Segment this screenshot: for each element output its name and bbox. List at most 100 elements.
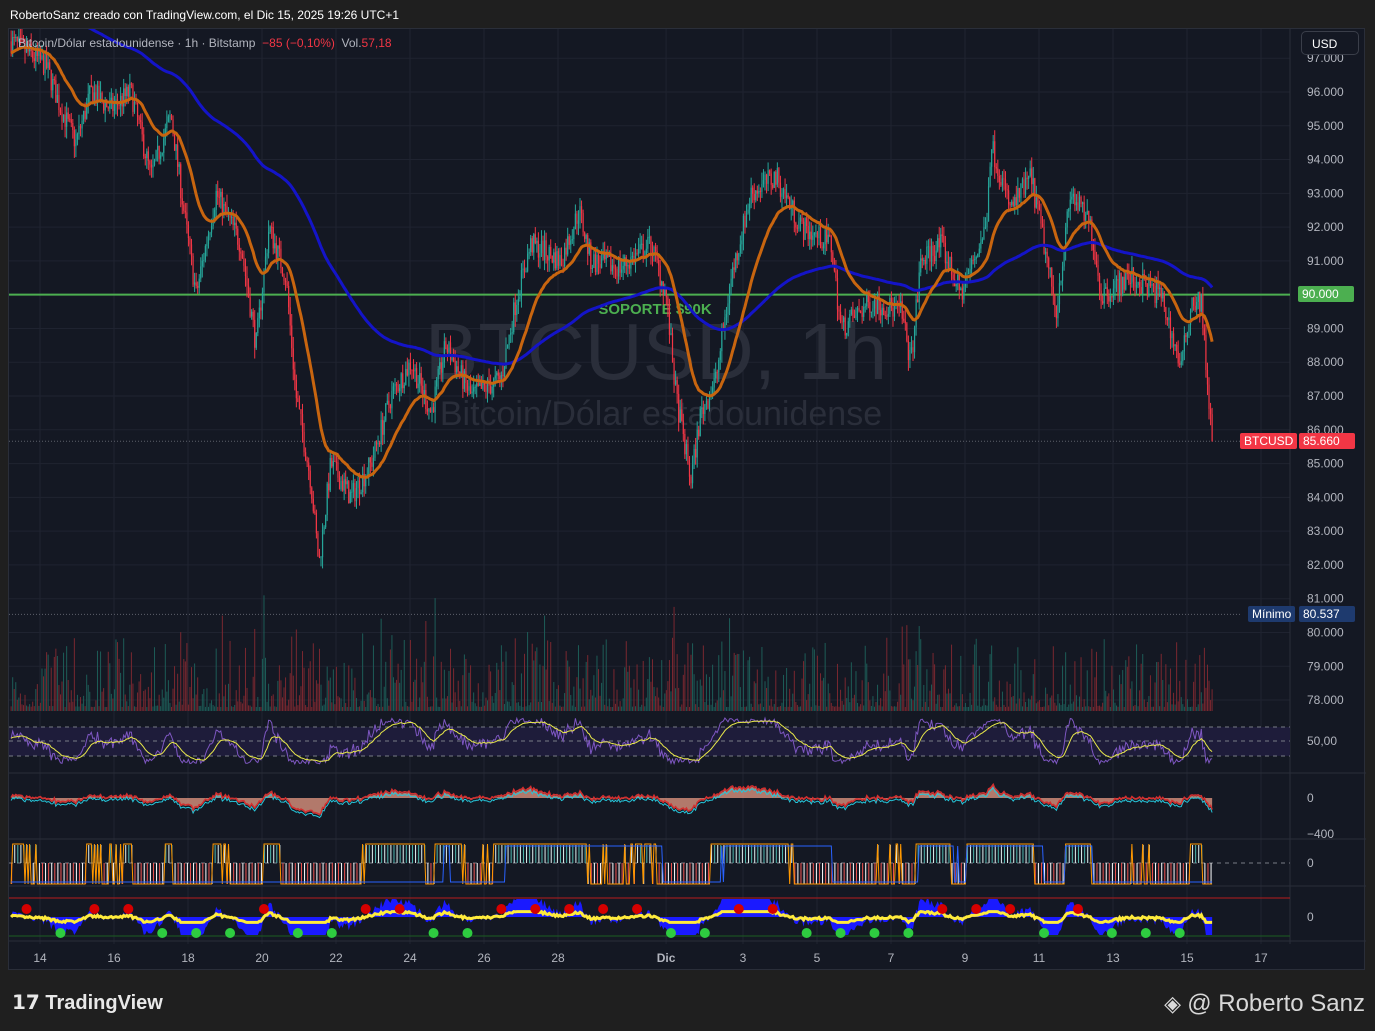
volume-bar [1111, 665, 1113, 711]
candle-body [551, 255, 553, 263]
volume-bar [1174, 704, 1176, 711]
volume-bar [132, 683, 134, 711]
volume-bar [952, 706, 954, 711]
oscillator-3-bar [859, 863, 861, 884]
volume-bar [1139, 690, 1141, 711]
volume-bar [64, 706, 66, 711]
volume-bar [442, 698, 444, 711]
candle-body [778, 168, 780, 183]
volume-bar [377, 703, 379, 711]
candle-body [929, 246, 931, 262]
volume-bar [912, 700, 914, 711]
volume-bar [1166, 702, 1168, 711]
candle-body [742, 215, 745, 241]
oscillator-3-bar [294, 863, 296, 884]
volume-bar [1049, 697, 1051, 711]
candle-body [78, 125, 80, 135]
volume-bar [260, 706, 262, 711]
candle-body [921, 258, 923, 261]
volume-bar [251, 706, 253, 711]
volume-bar [315, 680, 317, 711]
volume-bar [1026, 706, 1028, 711]
candle-body [443, 341, 445, 363]
candle-body [155, 150, 157, 161]
oscillator-4-dot [292, 928, 303, 938]
volume-bar [291, 636, 293, 711]
volume-bar [966, 706, 968, 711]
candle-body [949, 256, 951, 269]
candle-body [391, 390, 393, 409]
volume-bar [713, 706, 715, 711]
oscillator-3-bar [353, 863, 355, 884]
oscillator-3-bar [134, 863, 136, 884]
candle-body [617, 260, 620, 277]
tradingview-logo[interactable]: 𝟭𝟳 TradingView [12, 990, 163, 1015]
oscillator-3-bar [1062, 863, 1064, 884]
candle-body [1102, 301, 1104, 304]
oscillator-3-bar [381, 845, 383, 863]
oscillator-4-dot [733, 904, 744, 914]
candle-body [1209, 408, 1212, 415]
oscillator-3-bar [51, 863, 53, 884]
candle-body [907, 340, 909, 361]
volume-bar [1063, 704, 1065, 711]
volume-bar [772, 706, 774, 711]
candle-body [987, 186, 990, 222]
candle-body [338, 477, 341, 490]
candle-body [1186, 332, 1189, 337]
candle-body [510, 333, 512, 335]
volume-bar [719, 697, 721, 711]
volume-bar [614, 703, 616, 711]
volume-bar [1091, 648, 1093, 711]
volume-bar [283, 687, 285, 711]
candle-body [291, 325, 293, 349]
currency-button[interactable]: USD [1301, 31, 1359, 55]
volume-bar [562, 706, 564, 711]
candle-body [621, 269, 623, 273]
volume-bar [1102, 702, 1104, 711]
symbol-description[interactable]: Bitcoin/Dólar estadounidense · 1h · Bits… [18, 36, 255, 50]
volume-bar [480, 706, 482, 711]
volume-bar [858, 706, 860, 711]
candle-body [1145, 279, 1147, 285]
volume-bar [598, 669, 600, 711]
volume-bar [627, 671, 629, 711]
candle-body [417, 383, 419, 388]
candle-body [869, 302, 871, 313]
candle-body [1203, 327, 1205, 336]
candle-body [186, 212, 188, 225]
candle-body [399, 388, 401, 392]
volume-bar [725, 706, 727, 711]
y-tick-label: 96.000 [1307, 85, 1344, 99]
candle-body [224, 203, 227, 206]
candle-body [308, 462, 310, 471]
volume-bar [531, 643, 533, 711]
volume-bar [608, 698, 610, 711]
volume-bar [926, 669, 928, 711]
oscillator-3-bar [1105, 863, 1107, 884]
candle-body [1197, 292, 1199, 302]
candle-body [810, 231, 812, 240]
chart-canvas[interactable]: BTCUSD, 1hBitcoin/Dólar estadounidense97… [9, 29, 1366, 971]
candle-body [824, 229, 826, 245]
oscillator-4-dot [123, 904, 134, 914]
oscillator-3-bar [1155, 863, 1157, 884]
volume-bar [693, 674, 695, 711]
volume-bar [437, 706, 439, 711]
volume-bar [978, 665, 980, 711]
chart-frame[interactable]: BTCUSD, 1h Bitcoin/Dólar estadounidense 97… [8, 28, 1366, 971]
candle-body [1140, 287, 1142, 294]
oscillator-3-bar [674, 863, 676, 884]
candle-body [1081, 202, 1084, 205]
volume-bar [110, 693, 112, 711]
volume-bar [715, 702, 717, 711]
volume-bar [1188, 706, 1190, 711]
candle-body [1007, 190, 1010, 205]
candle-body [357, 480, 359, 489]
volume-bar [1052, 646, 1054, 711]
candle-body [972, 259, 974, 261]
volume-bar [830, 702, 832, 711]
candle-body [696, 429, 698, 458]
volume-bar [434, 598, 436, 711]
volume-bar [946, 693, 948, 711]
